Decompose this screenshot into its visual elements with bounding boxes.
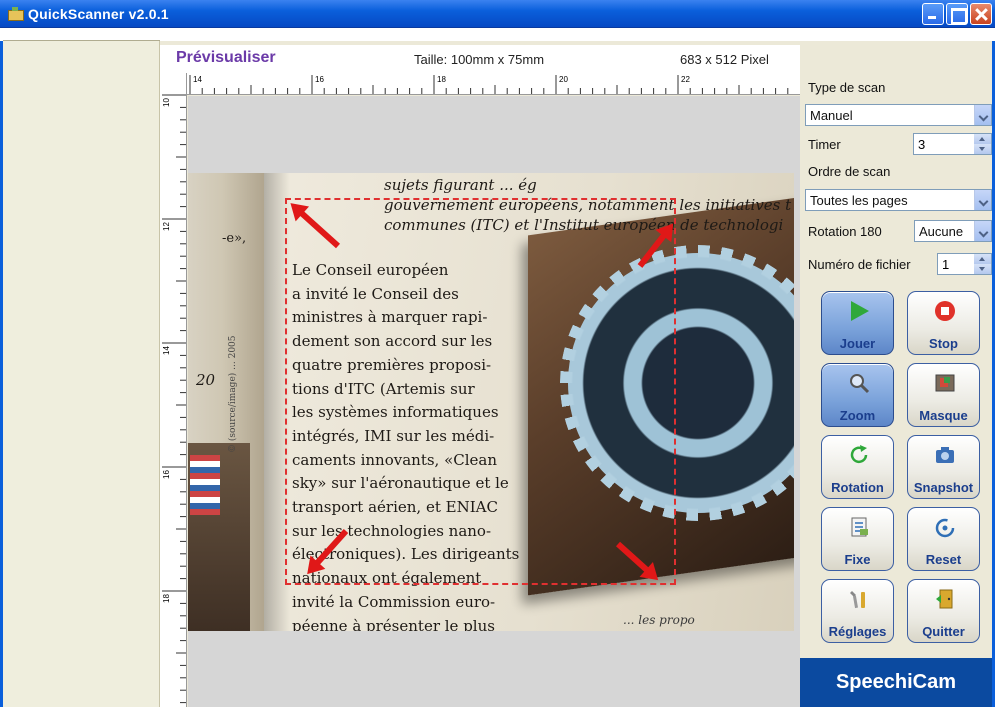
pixel-label: 683 x 512 Pixel <box>680 52 769 67</box>
rotate-icon <box>850 445 868 464</box>
play-button-label: Jouer <box>839 336 876 351</box>
spin-up-icon[interactable] <box>974 134 991 144</box>
minimize-button[interactable] <box>922 3 944 25</box>
rotation-label: Rotation 180 <box>808 224 882 239</box>
preview-header: Prévisualiser Taille: 100mm x 75mm 683 x… <box>160 45 800 73</box>
rotation-button-label: Rotation <box>831 480 884 495</box>
ruler-label: 22 <box>681 75 690 84</box>
chevron-down-icon[interactable] <box>974 221 991 241</box>
fixe-button-label: Fixe <box>844 552 871 567</box>
preview-title: Prévisualiser <box>176 49 276 66</box>
mask-button[interactable]: Masque <box>907 363 980 427</box>
close-button[interactable] <box>970 3 992 25</box>
scan-type-label: Type de scan <box>808 80 886 95</box>
camera-icon <box>936 447 954 463</box>
control-panel: Type de scan Manuel Timer 3 Ordre de sca… <box>800 73 992 707</box>
ruler-label: 20 <box>559 75 568 84</box>
photo-margin-number: 20 <box>196 371 216 389</box>
settings-button-label: Réglages <box>828 624 887 639</box>
scan-type-select[interactable]: Manuel <box>805 104 992 126</box>
snapshot-button[interactable]: Snapshot <box>907 435 980 499</box>
title-bar: QuickScanner v2.0.1 <box>0 0 995 28</box>
play-button[interactable]: Jouer <box>821 291 894 355</box>
maximize-button[interactable] <box>946 3 968 25</box>
reset-button[interactable]: Reset <box>907 507 980 571</box>
file-number-label: Numéro de fichier <box>808 257 911 272</box>
photo-margin-text: -e», <box>222 231 247 246</box>
quit-button[interactable]: Quitter <box>907 579 980 643</box>
ruler-label: 14 <box>193 75 202 84</box>
ruler-label: 18 <box>162 594 171 603</box>
spin-up-icon[interactable] <box>974 254 991 264</box>
scan-order-label: Ordre de scan <box>808 164 891 179</box>
size-label: Taille: 100mm x 75mm <box>414 52 545 67</box>
rotation-button[interactable]: Rotation <box>821 435 894 499</box>
timer-label: Timer <box>808 137 841 152</box>
ruler-label: 16 <box>162 470 171 479</box>
stop-button-label: Stop <box>929 336 958 351</box>
ruler-top: 14 16 18 20 22 <box>160 73 800 95</box>
stop-icon <box>935 301 955 321</box>
flag-image <box>190 455 220 515</box>
rotation-select[interactable]: Aucune <box>914 220 992 242</box>
reset-button-label: Reset <box>925 552 962 567</box>
crop-selection-box[interactable] <box>285 198 676 585</box>
file-number-value: 1 <box>942 257 950 272</box>
zoom-button-label: Zoom <box>839 408 876 423</box>
scan-order-value: Toutes les pages <box>810 193 908 208</box>
timer-stepper[interactable]: 3 <box>913 133 992 155</box>
exit-door-icon <box>936 589 953 609</box>
scan-order-select[interactable]: Toutes les pages <box>805 189 992 211</box>
ruler-label: 18 <box>437 75 446 84</box>
fixe-button[interactable]: Fixe <box>821 507 894 571</box>
camera-preview-image[interactable]: sujets figurant ... ég gouvernement euro… <box>188 173 794 631</box>
quit-button-label: Quitter <box>922 624 965 639</box>
window-controls <box>922 3 992 25</box>
brand-logo: SpeechiCam <box>800 658 992 707</box>
photo-text-bottom: ... les propo <box>623 613 695 627</box>
play-icon <box>851 301 869 321</box>
zoom-button[interactable]: Zoom <box>821 363 894 427</box>
rotation-value: Aucune <box>919 224 964 239</box>
mask-button-label: Masque <box>919 408 968 423</box>
chevron-down-icon[interactable] <box>974 190 991 210</box>
window-title: QuickScanner v2.0.1 <box>28 5 169 22</box>
magnifier-icon <box>850 374 870 394</box>
ruler-label: 10 <box>162 98 171 107</box>
timer-value: 3 <box>918 137 926 152</box>
ruler-label: 16 <box>315 75 324 84</box>
spin-down-icon[interactable] <box>974 144 991 154</box>
reset-icon <box>935 518 955 538</box>
ruler-left: 10 12 14 16 18 <box>160 73 187 707</box>
snapshot-button-label: Snapshot <box>913 480 974 495</box>
ruler-label: 14 <box>162 346 171 355</box>
scan-type-value: Manuel <box>810 108 853 123</box>
photo-vertical-caption: © (source/image) ... 2005 <box>228 335 238 454</box>
chevron-down-icon[interactable] <box>974 105 991 125</box>
mask-icon <box>935 374 955 392</box>
settings-button[interactable]: Réglages <box>821 579 894 643</box>
stop-button[interactable]: Stop <box>907 291 980 355</box>
app-icon <box>6 6 24 22</box>
ruler-label: 12 <box>162 222 171 231</box>
tools-icon <box>850 591 865 609</box>
thumbnail-panel <box>3 41 160 707</box>
file-number-stepper[interactable]: 1 <box>937 253 992 275</box>
spin-down-icon[interactable] <box>974 264 991 274</box>
document-icon <box>851 517 868 537</box>
